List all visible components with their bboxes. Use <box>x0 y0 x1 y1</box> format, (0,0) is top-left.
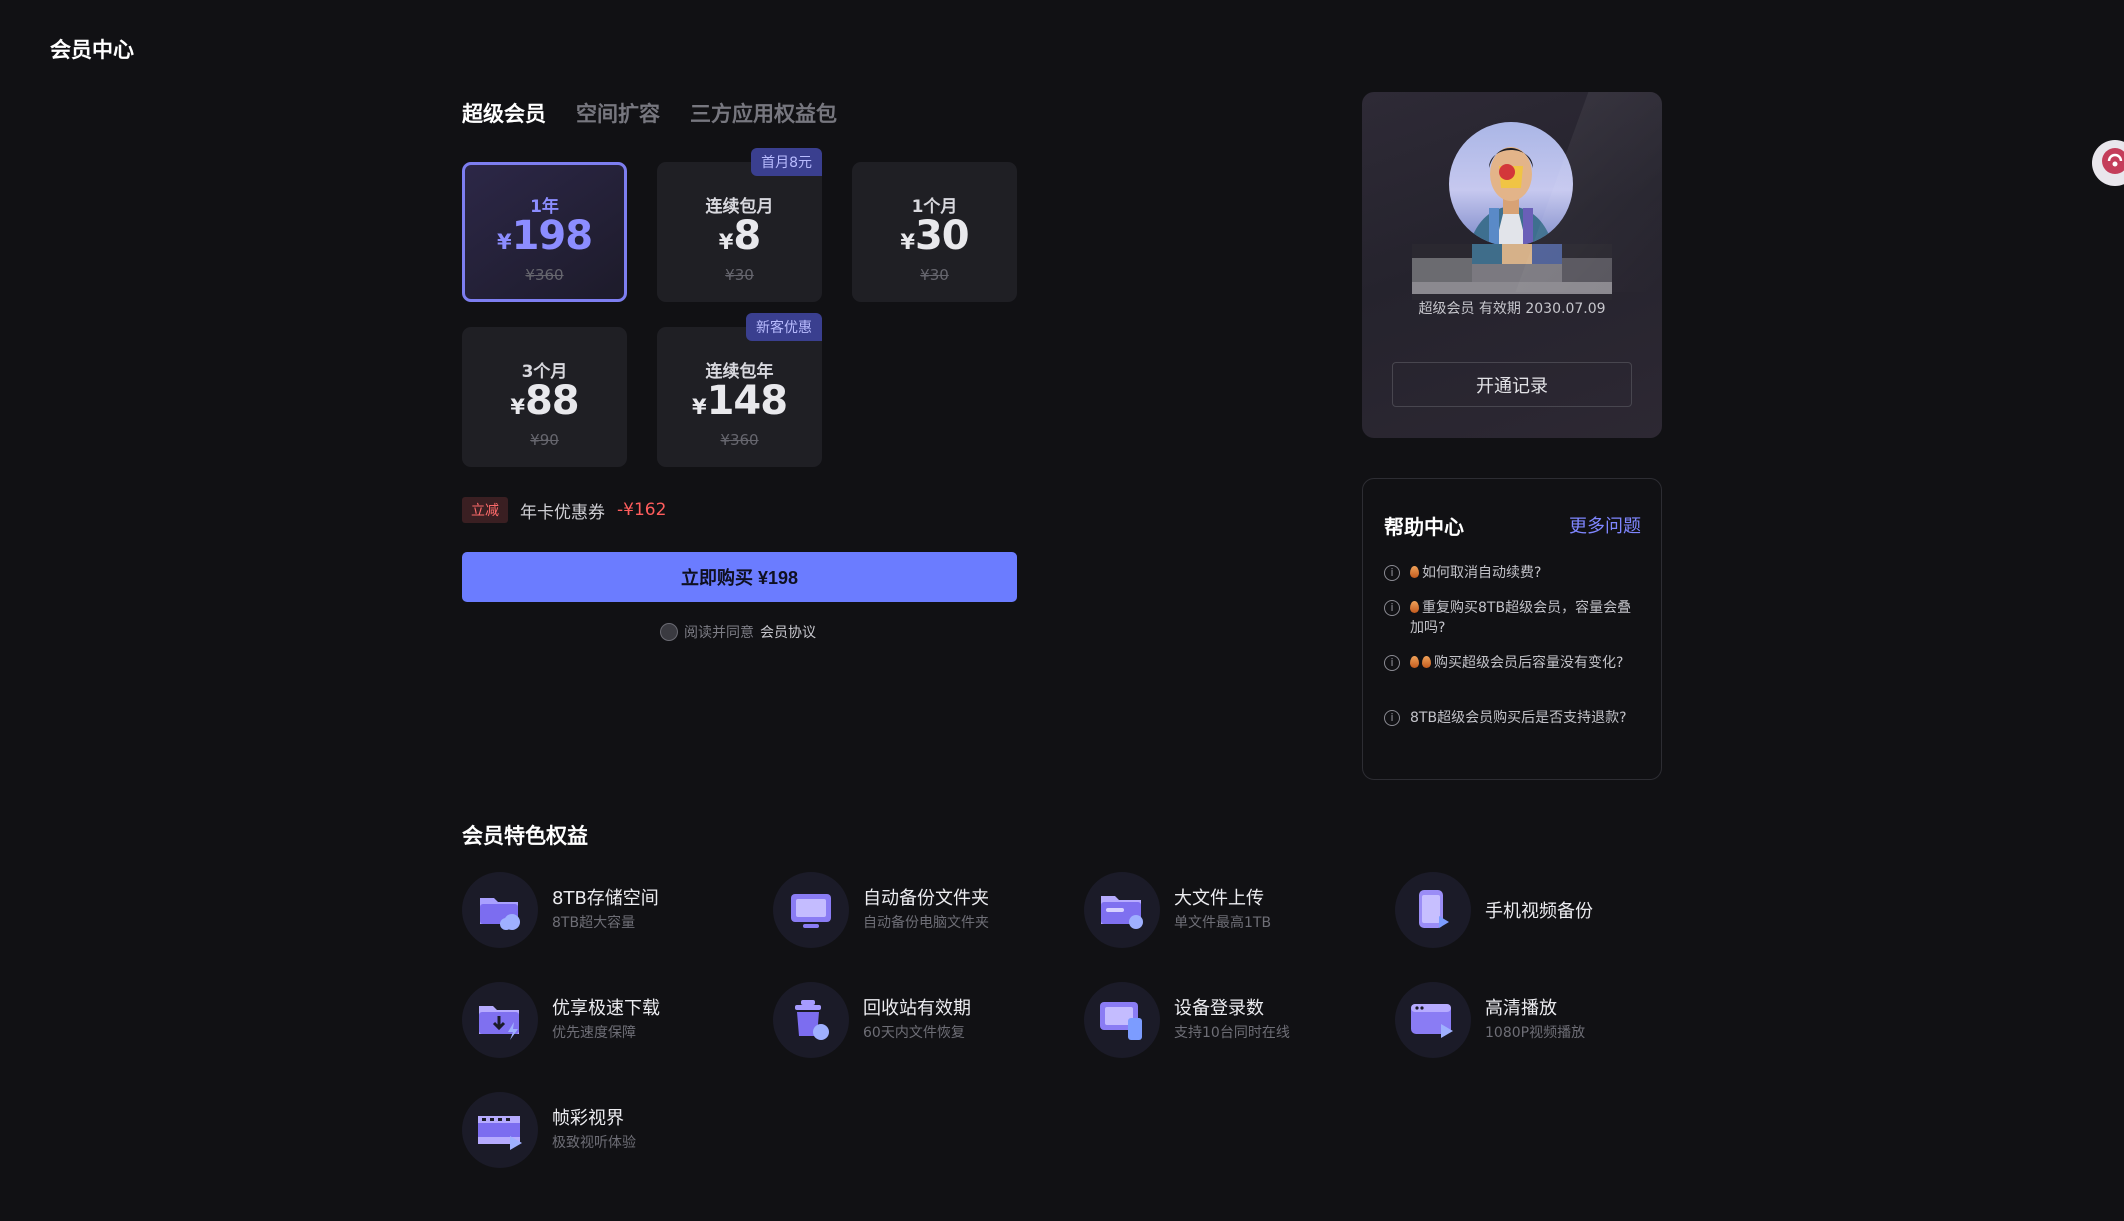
monitor-icon <box>773 872 849 948</box>
plan-original-price: ¥30 <box>725 266 754 284</box>
benefit-desc: 1080P视频播放 <box>1485 1025 1586 1041</box>
fire-icon <box>1410 601 1419 613</box>
fire-icon <box>1410 566 1419 578</box>
benefit-desc: 单文件最高1TB <box>1174 915 1272 931</box>
info-icon: i <box>1384 565 1400 581</box>
benefit-name: 设备登录数 <box>1174 998 1264 1019</box>
plan-card-monthly-auto[interactable]: 首月8元 连续包月 ¥8 ¥30 <box>657 148 822 302</box>
benefit-name: 回收站有效期 <box>863 998 971 1019</box>
devices-icon <box>1084 982 1160 1058</box>
page-title: 会员中心 <box>50 38 134 62</box>
agreement-radio[interactable] <box>660 623 678 641</box>
agreement-text: 阅读并同意 <box>684 625 754 641</box>
floating-assistant-button[interactable] <box>2092 140 2124 186</box>
benefit-name: 优享极速下载 <box>552 998 660 1019</box>
faq-item[interactable]: i 购买超级会员后容量没有变化? <box>1384 653 1641 673</box>
benefit-frame-vision[interactable]: 帧彩视界 极致视听体验 <box>462 1092 762 1168</box>
plan-price: ¥198 <box>496 213 593 259</box>
faq-item[interactable]: i 8TB超级会员购买后是否支持退款? <box>1384 708 1641 728</box>
phone-video-icon <box>1395 872 1471 948</box>
info-icon: i <box>1384 710 1400 726</box>
benefit-desc: 支持10台同时在线 <box>1174 1025 1290 1041</box>
film-icon <box>462 1092 538 1168</box>
plan-price: ¥148 <box>691 378 788 424</box>
plan-price: ¥88 <box>510 378 579 424</box>
member-agreement-link[interactable]: 会员协议 <box>760 622 816 642</box>
help-center-title: 帮助中心 <box>1384 515 1464 539</box>
tab-third-party-pack[interactable]: 三方应用权益包 <box>690 98 837 128</box>
coupon-tag: 立减 <box>462 497 508 523</box>
faq-item[interactable]: i 重复购买8TB超级会员，容量会叠加吗? <box>1384 598 1641 638</box>
info-icon: i <box>1384 655 1400 671</box>
benefit-name: 自动备份文件夹 <box>863 888 989 909</box>
assistant-icon <box>2100 146 2124 180</box>
plan-original-price: ¥30 <box>920 266 949 284</box>
benefit-fast-download[interactable]: 优享极速下载 优先速度保障 <box>462 982 762 1058</box>
plan-badge: 首月8元 <box>751 148 822 176</box>
plan-original-price: ¥360 <box>525 266 564 284</box>
plan-card-1-year[interactable]: 1年 ¥198 ¥360 <box>462 162 627 302</box>
purchase-records-button[interactable]: 开通记录 <box>1392 362 1632 407</box>
username-redacted <box>1412 244 1612 300</box>
plan-badge: 新客优惠 <box>746 313 822 341</box>
avatar <box>1449 122 1573 246</box>
benefit-large-upload[interactable]: 大文件上传 单文件最高1TB <box>1084 872 1384 948</box>
info-icon: i <box>1384 600 1400 616</box>
tab-bar: 超级会员 空间扩容 三方应用权益包 <box>462 98 837 128</box>
plan-original-price: ¥90 <box>530 431 559 449</box>
benefit-name: 大文件上传 <box>1174 888 1264 909</box>
plan-original-price: ¥360 <box>720 431 759 449</box>
profile-card: 超级会员 有效期 2030.07.09 开通记录 <box>1362 92 1662 438</box>
benefit-name: 手机视频备份 <box>1485 901 1593 922</box>
plan-price: ¥8 <box>718 213 761 259</box>
benefit-desc: 60天内文件恢复 <box>863 1025 965 1041</box>
more-questions-link[interactable]: 更多问题 <box>1569 512 1641 538</box>
benefit-auto-backup[interactable]: 自动备份文件夹 自动备份电脑文件夹 <box>773 872 1073 948</box>
benefit-device-logins[interactable]: 设备登录数 支持10台同时在线 <box>1084 982 1384 1058</box>
coupon-amount: -¥162 <box>617 500 667 520</box>
buy-now-button[interactable]: 立即购买 ¥198 <box>462 552 1017 602</box>
recycle-bin-icon <box>773 982 849 1058</box>
hd-play-icon <box>1395 982 1471 1058</box>
help-center-card: 帮助中心 更多问题 i 如何取消自动续费? i 重复购买8TB超级会员，容量会叠… <box>1362 478 1662 780</box>
benefit-phone-video-backup[interactable]: 手机视频备份 <box>1395 872 1695 948</box>
agreement-row: 阅读并同意 会员协议 <box>660 622 816 642</box>
plan-card-yearly-auto[interactable]: 新客优惠 连续包年 ¥148 ¥360 <box>657 313 822 467</box>
tab-space-expansion[interactable]: 空间扩容 <box>576 98 660 128</box>
benefit-desc: 优先速度保障 <box>552 1025 636 1041</box>
benefit-name: 帧彩视界 <box>552 1108 624 1129</box>
benefit-desc: 自动备份电脑文件夹 <box>863 915 989 931</box>
plan-card-3-months[interactable]: 3个月 ¥88 ¥90 <box>462 327 627 467</box>
fire-icon <box>1422 656 1431 668</box>
membership-validity: 超级会员 有效期 2030.07.09 <box>1418 301 1606 317</box>
fast-download-icon <box>462 982 538 1058</box>
benefit-desc: 极致视听体验 <box>552 1135 636 1151</box>
tab-super-member[interactable]: 超级会员 <box>462 98 546 128</box>
faq-item[interactable]: i 如何取消自动续费? <box>1384 563 1641 583</box>
fire-icon <box>1410 656 1419 668</box>
coupon-label: 年卡优惠券 <box>520 502 605 523</box>
benefit-name: 高清播放 <box>1485 998 1557 1019</box>
plan-price: ¥30 <box>900 213 969 259</box>
benefit-recycle-bin[interactable]: 回收站有效期 60天内文件恢复 <box>773 982 1073 1058</box>
coupon-row[interactable]: 立减 年卡优惠券 -¥162 <box>462 497 666 523</box>
benefit-name: 8TB存储空间 <box>552 888 659 909</box>
folder-upload-icon <box>1084 872 1160 948</box>
benefits-title: 会员特色权益 <box>462 824 588 848</box>
plan-card-1-month[interactable]: 1个月 ¥30 ¥30 <box>852 162 1017 302</box>
cloud-folder-icon <box>462 872 538 948</box>
benefit-storage[interactable]: 8TB存储空间 8TB超大容量 <box>462 872 762 948</box>
benefit-desc: 8TB超大容量 <box>552 915 636 931</box>
benefit-hd-playback[interactable]: 高清播放 1080P视频播放 <box>1395 982 1695 1058</box>
